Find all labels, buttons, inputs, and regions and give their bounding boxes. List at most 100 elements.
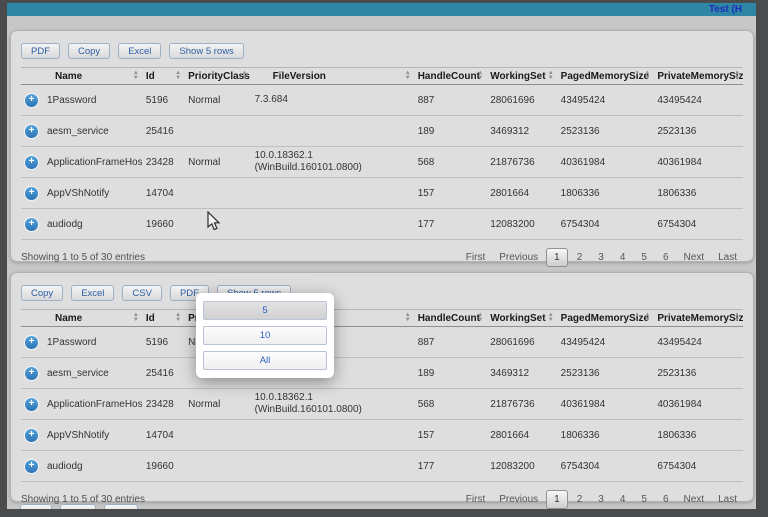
column-header[interactable]: Id ▲▼ — [142, 68, 184, 85]
test-link[interactable]: Test (H — [709, 4, 742, 15]
expand-row-icon[interactable]: + — [25, 336, 38, 349]
pagination-first[interactable]: First — [460, 491, 491, 508]
pagination-page[interactable]: 2 — [570, 249, 590, 266]
button-row-2: CopyExcelCSVPDFShow 5 rows — [21, 285, 743, 301]
pagination-page[interactable]: 3 — [591, 491, 611, 508]
cell-pagedmemorysize: 43495424 — [557, 327, 654, 358]
column-label: PriorityClass — [188, 71, 250, 82]
cell-privatememorysize: 6754304 — [653, 451, 743, 482]
pagination-page[interactable]: 6 — [656, 249, 676, 266]
column-label: FileVersion — [273, 71, 326, 82]
process-table-panel-1: PDF Copy Excel Show 5 rows Name ▲▼ Id ▲▼ — [10, 30, 754, 262]
cell-fileversion — [251, 451, 414, 482]
sort-icon: ▲▼ — [477, 313, 483, 322]
cut-off-button[interactable] — [60, 504, 96, 509]
cell-pagedmemorysize: 2523136 — [557, 116, 654, 147]
expand-row-icon[interactable]: + — [25, 218, 38, 231]
cell-name: audiodg — [47, 219, 83, 230]
pagination-page[interactable]: 6 — [656, 491, 676, 508]
sort-icon: ▲▼ — [477, 71, 483, 80]
cut-off-button[interactable] — [104, 504, 138, 509]
window-frame: Test (H PDF Copy Excel Show 5 rows Name ▲▼ … — [0, 0, 768, 517]
table-button[interactable]: Copy — [21, 285, 63, 301]
page-length-option[interactable]: 5 — [203, 301, 327, 320]
pagination-2: First Previous 1 23456 Next Last — [460, 490, 743, 509]
table-button[interactable]: Excel — [118, 43, 161, 59]
page-length-option[interactable]: 10 — [203, 326, 327, 345]
table-button[interactable]: Copy — [68, 43, 110, 59]
cell-priorityclass — [184, 116, 250, 147]
cell-name: audiodg — [47, 461, 83, 472]
column-label: PagedMemorySize — [561, 71, 649, 82]
cell-priorityclass — [184, 420, 250, 451]
column-header[interactable]: PagedMemorySize ▲▼ — [557, 310, 654, 327]
cell-name: aesm_service — [47, 368, 109, 379]
pagination-page[interactable]: 4 — [613, 491, 633, 508]
column-header[interactable]: PriorityClass ▲▼ — [184, 68, 250, 85]
column-header[interactable]: Id ▲▼ — [142, 310, 184, 327]
pagination-page[interactable]: 5 — [634, 491, 654, 508]
cell-handlecount: 887 — [414, 327, 487, 358]
process-table-2: Name ▲▼ Id ▲▼ PriorityClass ▲▼ FileVersi… — [21, 309, 743, 482]
expand-row-icon[interactable]: + — [25, 187, 38, 200]
column-label: Id — [146, 313, 155, 324]
process-table-panel-2: CopyExcelCSVPDFShow 5 rows Name ▲▼ Id ▲▼ — [10, 272, 754, 502]
cell-pagedmemorysize: 43495424 — [557, 85, 654, 116]
process-table-1: Name ▲▼ Id ▲▼ PriorityClass ▲▼ FileVersi… — [21, 67, 743, 240]
cell-workingset: 3469312 — [486, 358, 556, 389]
pagination-next[interactable]: Next — [678, 249, 711, 266]
pagination-page-current[interactable]: 1 — [546, 248, 568, 267]
page-length-option[interactable]: All — [203, 351, 327, 370]
pagination-previous[interactable]: Previous — [493, 491, 544, 508]
column-header[interactable]: WorkingSet ▲▼ — [486, 310, 556, 327]
expand-row-icon[interactable]: + — [25, 460, 38, 473]
pagination-page[interactable]: 3 — [591, 249, 611, 266]
cell-workingset: 21876736 — [486, 389, 556, 420]
column-header[interactable]: Name ▲▼ — [21, 310, 142, 327]
column-header[interactable]: FileVersion ▲▼ — [251, 68, 414, 85]
column-header[interactable]: Name ▲▼ — [21, 68, 142, 85]
cell-privatememorysize: 6754304 — [653, 209, 743, 240]
pagination-last[interactable]: Last — [712, 491, 743, 508]
sort-icon: ▲▼ — [644, 313, 650, 322]
sort-icon: ▲▼ — [405, 313, 411, 322]
cell-workingset: 12083200 — [486, 209, 556, 240]
pagination-page[interactable]: 5 — [634, 249, 654, 266]
cell-priorityclass: Normal — [184, 389, 250, 420]
expand-row-icon[interactable]: + — [25, 367, 38, 380]
pagination-next[interactable]: Next — [678, 491, 711, 508]
table-button[interactable]: PDF — [21, 43, 60, 59]
pagination-first[interactable]: First — [460, 249, 491, 266]
column-label: HandleCount — [418, 71, 480, 82]
page: Test (H PDF Copy Excel Show 5 rows Name ▲▼ … — [7, 3, 756, 509]
pagination-pages: 23456 — [570, 249, 676, 266]
column-header[interactable]: PrivateMemorySize ▲▼ — [653, 68, 743, 85]
column-header[interactable]: PagedMemorySize ▲▼ — [557, 68, 654, 85]
sort-icon: ▲▼ — [548, 313, 554, 322]
column-header[interactable]: HandleCount ▲▼ — [414, 310, 487, 327]
pagination-previous[interactable]: Previous — [493, 249, 544, 266]
expand-row-icon[interactable]: + — [25, 398, 38, 411]
sort-icon: ▲▼ — [548, 71, 554, 80]
expand-row-icon[interactable]: + — [25, 429, 38, 442]
pagination-page-current[interactable]: 1 — [546, 490, 568, 509]
table-button[interactable]: Excel — [71, 285, 114, 301]
header-row: Name ▲▼ Id ▲▼ PriorityClass ▲▼ FileVersi… — [21, 310, 743, 327]
table-row: +aesm_service 25416 189 3469312 2523136 … — [21, 116, 743, 147]
pagination-page[interactable]: 2 — [570, 491, 590, 508]
table-button[interactable]: Show 5 rows — [169, 43, 243, 59]
expand-row-icon[interactable]: + — [25, 94, 38, 107]
cell-pagedmemorysize: 1806336 — [557, 420, 654, 451]
pagination-last[interactable]: Last — [712, 249, 743, 266]
pagination-page[interactable]: 4 — [613, 249, 633, 266]
cut-off-button-row — [20, 504, 138, 509]
cell-id: 25416 — [142, 358, 184, 389]
table-button[interactable]: CSV — [122, 285, 162, 301]
cell-priorityclass — [184, 451, 250, 482]
column-header[interactable]: PrivateMemorySize ▲▼ — [653, 310, 743, 327]
column-header[interactable]: HandleCount ▲▼ — [414, 68, 487, 85]
expand-row-icon[interactable]: + — [25, 125, 38, 138]
column-header[interactable]: WorkingSet ▲▼ — [486, 68, 556, 85]
expand-row-icon[interactable]: + — [25, 156, 38, 169]
cut-off-button[interactable] — [20, 504, 52, 509]
